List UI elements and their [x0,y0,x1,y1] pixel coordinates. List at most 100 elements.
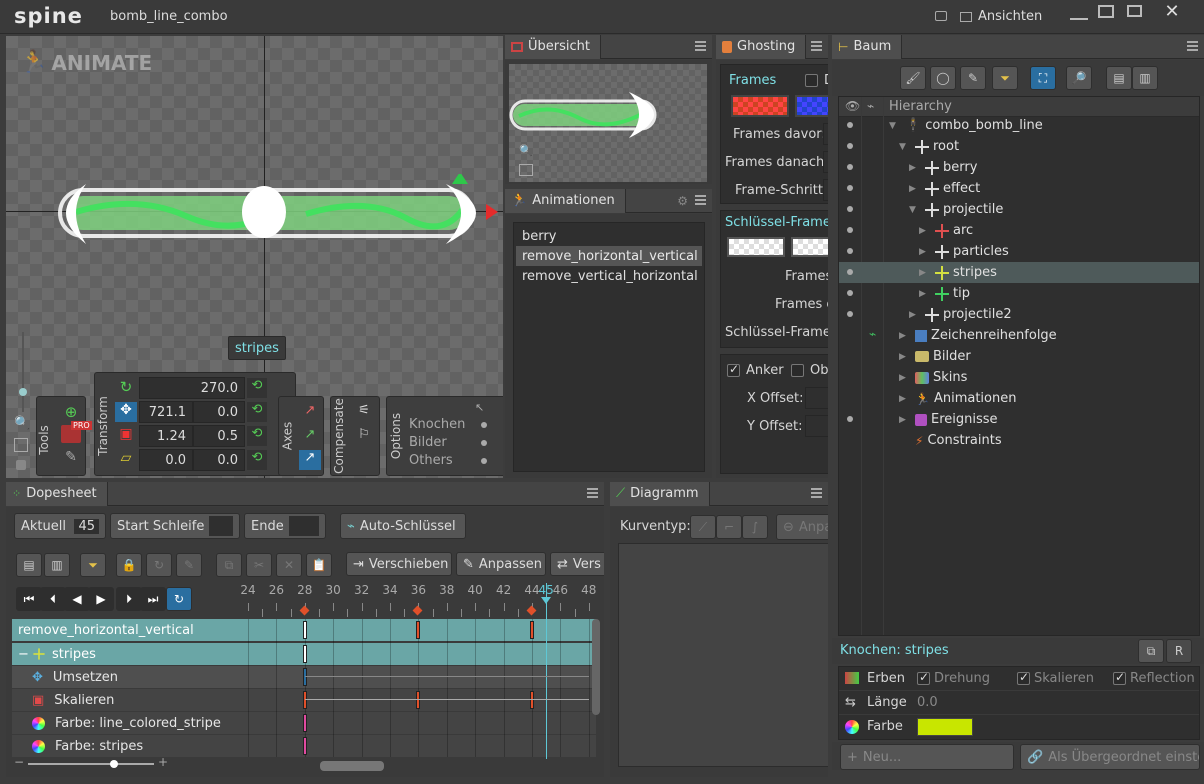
dopesheet-menu-icon[interactable] [587,488,598,498]
axes-parent-icon[interactable]: ↗ [301,427,319,445]
keyframe-translate[interactable] [302,668,307,686]
option-dot[interactable] [481,439,487,446]
tree-row-berry[interactable]: ▶ berry [839,157,1199,178]
loop-start-control[interactable]: Start Schleife [110,513,240,539]
visibility-dot[interactable] [847,143,853,149]
anchor-checkbox[interactable]: Anker [727,362,784,378]
tab-overview[interactable]: Übersicht [505,34,601,59]
ruler-key-marker[interactable] [526,605,537,616]
dopesheet-zoom-slider[interactable]: − + [14,755,168,771]
bone-rename-button[interactable]: R [1166,639,1192,663]
zoom-icon[interactable]: 🔍 [14,416,30,431]
tree-row-projectile[interactable]: ▼ projectile [839,199,1199,220]
ds-row-animation[interactable]: remove_horizontal_vertical [18,619,248,641]
zoom-in-icon[interactable]: + [158,755,168,769]
length-value[interactable]: 0.0 [917,695,938,710]
option-row-bones[interactable]: Knochen [409,417,487,432]
inherit-scale-checkbox[interactable]: Skalieren [1017,670,1094,686]
visibility-dot[interactable] [847,290,853,296]
rotate-field[interactable]: 270.0 [139,377,245,399]
overview-menu-icon[interactable] [695,41,706,51]
tree-row-effect[interactable]: ▶ effect [839,178,1199,199]
translate-y-field[interactable]: 0.0 [193,401,245,423]
keyframe-swatch-1[interactable] [727,237,785,257]
keyframe-anim[interactable] [302,621,307,639]
keyframe-stripes[interactable] [302,645,307,663]
pen-tool-button[interactable]: ✎ [960,66,986,90]
curve-linear-button[interactable]: ⟋ [690,515,716,539]
axes-world-icon[interactable]: ↗ [299,450,321,470]
ruler-key-marker[interactable] [299,605,310,616]
circle-tool-button[interactable]: ◯ [930,66,956,90]
ds-row-color-stripes[interactable]: Farbe: stripes [18,735,248,757]
loop-end-field[interactable] [288,516,319,536]
ds-delete-button[interactable]: ✕ [276,553,302,577]
keyboard-icon[interactable] [935,11,947,21]
keyframe-color[interactable] [302,714,307,732]
collapse-icon[interactable]: − [18,647,32,662]
ds-expand-button[interactable]: ▥ [44,553,70,577]
prev-key-button[interactable]: ⏴ [40,587,66,611]
ds-copy-button[interactable]: ⧉ [216,553,242,577]
animation-item-berry[interactable]: berry [516,226,702,246]
viewport[interactable]: 🏃 ANIMATE stripes 🔍 Tools ⊕ PRO ✎ Transf… [6,36,503,478]
overview-panel[interactable]: 🔍 [505,60,712,184]
translate-icon[interactable]: ✥ [115,402,137,422]
current-frame-value[interactable]: 45 [74,518,99,534]
restore-button[interactable] [1127,5,1142,17]
ds-filter-button[interactable]: ⏷ [80,553,106,577]
pose-tool-icon[interactable]: ⊕ [61,403,81,421]
overview-thumbnail[interactable]: 🔍 [509,64,707,182]
vers-button[interactable]: ⇄ Vers [550,552,604,576]
option-row-others[interactable]: Others [409,453,487,468]
visibility-dot[interactable] [847,416,853,422]
key-column-icon[interactable]: ⌁ [867,99,874,113]
next-key-button[interactable]: ⏵ [116,587,142,611]
ds-row-stripes[interactable]: − stripes [18,643,248,665]
frames-after-field[interactable] [823,151,828,173]
loop-start-field[interactable] [209,516,233,536]
scale-key-icon[interactable]: ⟲ [247,426,267,446]
ghost-color-blue[interactable] [795,95,828,117]
scale-icon[interactable]: ▣ [115,426,137,446]
rotate-icon[interactable]: ↻ [115,378,137,398]
visibility-dot[interactable] [847,164,853,170]
visibility-dot[interactable] [847,185,853,191]
last-frame-button[interactable]: ⏭ [140,587,166,611]
tab-dopesheet[interactable]: ⁘ Dopesheet [6,481,108,506]
keyframe-swatch-2[interactable] [791,237,828,257]
find-button[interactable]: 🔎 [1066,66,1092,90]
visibility-dot[interactable] [847,206,853,212]
anchor-check[interactable] [727,362,740,377]
adjust-button[interactable]: ✎ Anpassen [456,552,546,576]
keyframe-anim[interactable] [416,621,421,639]
ds-paste-button[interactable]: 📋 [306,553,332,577]
keyframe-scale[interactable] [416,691,421,709]
ob-check[interactable] [791,364,804,377]
translate-x-field[interactable]: 721.1 [139,401,193,423]
ruler-key-marker[interactable] [412,605,423,616]
loop-end-control[interactable]: Ende [244,513,326,539]
tree-row-draw-order[interactable]: ⌁ ▶ Zeichenreihenfolge [839,325,1199,346]
set-parent-button[interactable]: 🔗 Als Übergeordnet einstell [1020,744,1200,770]
visibility-column-icon[interactable]: 👁 [845,99,860,113]
keyframe-anim[interactable] [530,621,534,639]
tree-row-skins[interactable]: ▶ Skins [839,367,1199,388]
zoom-slider[interactable] [16,332,30,422]
play-button[interactable]: ▶ [88,587,114,611]
tree-row-stripes[interactable]: ▶ stripes [839,262,1199,283]
ob-checkbox[interactable]: Obe [791,363,828,378]
bone-copy-button[interactable]: ⧉ [1138,639,1164,663]
overview-fit-icon[interactable] [519,164,533,176]
tab-ghosting[interactable]: Ghosting [716,34,807,59]
ds-collapse-button[interactable]: ▤ [16,553,42,577]
tab-tree[interactable]: ⊢ Baum [832,34,903,59]
fit-icon[interactable] [14,438,28,452]
rotate-key-icon[interactable]: ⟲ [247,378,267,398]
brush-tool-button[interactable]: 🖌 [900,66,926,90]
scale-check[interactable] [1017,670,1030,685]
ds-loop-button[interactable]: ↻ [146,553,172,577]
zoom-thumb[interactable] [19,388,27,396]
graph-adjust-button[interactable]: ⊖Anpa [776,514,828,540]
ds-brush-button[interactable]: ✎ [176,553,202,577]
